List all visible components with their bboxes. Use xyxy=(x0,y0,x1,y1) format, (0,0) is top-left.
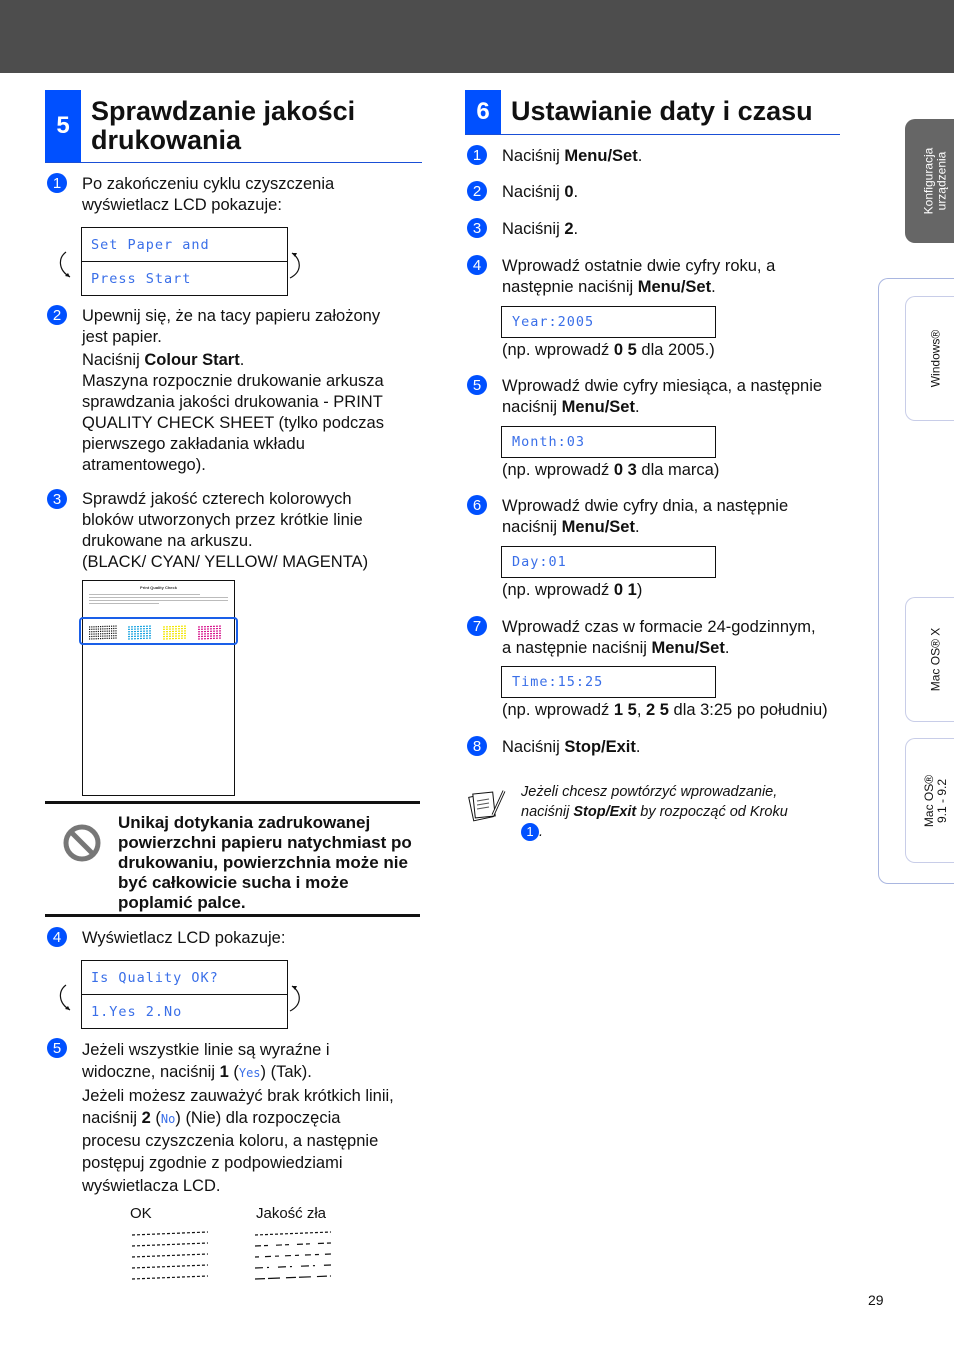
lcd-line: Is Quality OK? xyxy=(91,969,219,986)
header-bar xyxy=(0,0,954,73)
section-6-header: 6 Ustawianie daty i czasu xyxy=(465,90,840,135)
divider xyxy=(45,801,420,804)
section-title: Sprawdzanie jakości drukowania xyxy=(91,96,356,155)
warning-text: Unikaj dotykania zadrukowanej powierzchn… xyxy=(118,813,412,912)
divider xyxy=(45,914,420,917)
lcd-display: Is Quality OK? 1.Yes 2.No xyxy=(81,960,288,1029)
sheet-title: Print Quality Check xyxy=(140,585,177,590)
lcd-display: Day:01 xyxy=(501,546,716,578)
step-badge: 7 xyxy=(467,616,487,636)
quality-check-sheet-illustration: Print Quality Check xyxy=(82,580,235,796)
example-text: (np. wprowadź 1 5, 2 5 dla 3:25 po połud… xyxy=(502,701,828,719)
side-tab-mac-os-9[interactable]: Mac OS® 9.1 - 9.2 xyxy=(905,738,954,863)
step-badge: 1 xyxy=(467,145,487,165)
bad-sample-line xyxy=(254,1242,332,1247)
example-text: (np. wprowadź 0 3 dla marca) xyxy=(502,461,720,479)
cycle-left-arrow-icon xyxy=(59,984,71,1011)
step-badge: 8 xyxy=(467,736,487,756)
lcd-display: Month:03 xyxy=(501,426,716,458)
cycle-left-arrow-icon xyxy=(59,251,71,278)
example-text: (np. wprowadź 0 5 dla 2005.) xyxy=(502,341,715,359)
step-badge: 3 xyxy=(467,218,487,238)
step-badge: 6 xyxy=(467,495,487,515)
cycle-right-arrow-icon xyxy=(289,252,300,279)
prohibited-icon xyxy=(63,824,101,862)
step-text: Wprowadź ostatnie dwie cyfry roku, a nas… xyxy=(502,257,776,296)
step-badge: 5 xyxy=(467,375,487,395)
step-badge: 2 xyxy=(467,181,487,201)
step-text: Naciśnij 2. xyxy=(502,220,579,238)
ok-sample-line xyxy=(131,1242,209,1247)
tip-text: Jeżeli chcesz powtórzyć wprowadzanie, na… xyxy=(521,784,788,841)
ok-sample-line xyxy=(131,1275,209,1280)
bad-lines-sample xyxy=(254,1231,332,1280)
cycle-right-arrow-icon xyxy=(289,985,300,1012)
sheet-instructions xyxy=(89,594,228,604)
side-tab-mac-os-x[interactable]: Mac OS® X xyxy=(905,597,954,722)
page-number: 29 xyxy=(868,1292,884,1308)
ok-sample-line xyxy=(131,1253,209,1258)
bad-quality-label: Jakość zła xyxy=(256,1205,327,1222)
step-text: Upewnij się, że na tacy papieru założony… xyxy=(82,307,384,474)
step-text: Wprowadź dwie cyfry miesiąca, a następni… xyxy=(502,377,823,416)
step-text: Wprowadź dwie cyfry dnia, a następnie na… xyxy=(502,497,789,536)
lcd-line: Set Paper and xyxy=(91,236,210,253)
ok-sample-line xyxy=(131,1231,209,1236)
step-badge: 4 xyxy=(467,255,487,275)
section-5-header: 5 Sprawdzanie jakości drukowania xyxy=(45,90,422,163)
step-text: Wprowadź czas w formacie 24-godzinnym, a… xyxy=(502,618,816,657)
bad-sample-line xyxy=(254,1231,332,1236)
side-tab-device-setup[interactable]: Konfiguracja urządzenia xyxy=(905,119,954,243)
lcd-display: Year:2005 xyxy=(501,306,716,338)
section-number: 6 xyxy=(465,90,501,134)
section-title: Ustawianie daty i czasu xyxy=(511,96,813,126)
step-text: Naciśnij Menu/Set. xyxy=(502,147,643,165)
ok-lines-sample xyxy=(131,1231,209,1280)
ok-sample-line xyxy=(131,1264,209,1269)
highlight-box xyxy=(79,617,238,645)
step-text: Naciśnij Stop/Exit. xyxy=(502,738,641,756)
lcd-line: Press Start xyxy=(82,261,287,295)
bad-sample-line xyxy=(254,1264,332,1269)
step-text: Jeżeli wszystkie linie są wyraźne i wido… xyxy=(82,1041,394,1195)
lcd-display: Set Paper and Press Start xyxy=(81,227,288,296)
bad-sample-line xyxy=(254,1253,332,1258)
step-text: Sprawdź jakość czterech kolorowych blokó… xyxy=(82,490,369,571)
notepad-pencil-icon xyxy=(468,790,506,822)
example-text: (np. wprowadź 0 1) xyxy=(502,581,643,599)
step-badge: 4 xyxy=(47,927,67,947)
step-badge: 2 xyxy=(47,305,67,325)
step-badge: 1 xyxy=(47,173,67,193)
step-text: Po zakończeniu cyklu czyszczenia wyświet… xyxy=(82,175,335,214)
step-badge: 5 xyxy=(47,1038,67,1058)
ok-label: OK xyxy=(130,1205,152,1222)
lcd-display: Time:15:25 xyxy=(501,666,716,698)
lcd-line: 1.Yes 2.No xyxy=(82,994,287,1028)
step-text: Wyświetlacz LCD pokazuje: xyxy=(82,929,286,947)
step-badge: 3 xyxy=(47,489,67,509)
section-number: 5 xyxy=(45,90,81,162)
bad-sample-line xyxy=(254,1275,332,1280)
step-badge: 1 xyxy=(521,823,539,841)
step-text: Naciśnij 0. xyxy=(502,183,579,201)
side-tab-windows[interactable]: Windows® xyxy=(905,296,954,421)
